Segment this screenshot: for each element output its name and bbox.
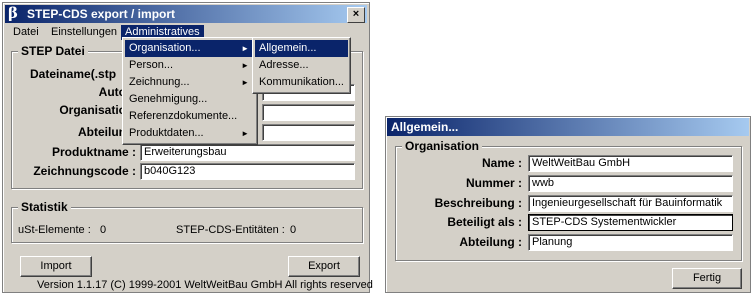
- menu-item-genehmigung[interactable]: Genehmigung...: [125, 91, 255, 108]
- submenu-arrow-icon: ►: [241, 44, 249, 53]
- abteilung-label: Abteilung :: [459, 235, 522, 249]
- menu-item-zeichnung-label: Zeichnung...: [129, 76, 190, 88]
- menu-einstellungen[interactable]: Einstellungen: [47, 25, 121, 40]
- nummer-field[interactable]: wwb: [528, 175, 733, 192]
- menu-item-zeichnung[interactable]: Zeichnung... ►: [125, 74, 255, 91]
- administratives-dropdown: Organisation... ► Person... ► Zeichnung.…: [122, 37, 258, 145]
- step-cds-entitaeten-label: STEP-CDS-Entitäten :: [176, 224, 285, 236]
- version-text: Version 1.1.17 (C) 1999-2001 WeltWeitBau…: [37, 279, 373, 291]
- abteilung-label: Abteilun: [78, 125, 126, 139]
- dateiname-label: Dateiname(.stp: [30, 67, 117, 81]
- step-cds-entitaeten-value: 0: [290, 224, 297, 236]
- submenu-arrow-icon: ►: [241, 129, 249, 138]
- submenu-arrow-icon: ►: [241, 78, 249, 87]
- name-label: Name :: [481, 156, 522, 170]
- beschreibung-label: Beschreibung :: [434, 196, 522, 210]
- menu-item-person[interactable]: Person... ►: [125, 57, 255, 74]
- menu-datei[interactable]: Datei: [9, 25, 43, 40]
- allgemein-dialog: Allgemein... Organisation Name : WeltWei…: [385, 116, 751, 293]
- menu-item-organisation[interactable]: Organisation... ►: [125, 40, 255, 57]
- export-button[interactable]: Export: [288, 256, 360, 277]
- menu-item-person-label: Person...: [129, 59, 174, 71]
- menu-item-produktdaten[interactable]: Produktdaten... ►: [125, 125, 255, 142]
- beteiligt-als-field[interactable]: STEP-CDS Systementwickler: [528, 214, 733, 231]
- beschreibung-field[interactable]: Ingenieurgesellschaft für Bauinformatik: [528, 195, 733, 212]
- submenu-item-adresse[interactable]: Adresse...: [255, 57, 348, 74]
- fertig-button[interactable]: Fertig: [672, 268, 742, 289]
- main-window-title: STEP-CDS export / import: [27, 7, 176, 21]
- statistik-group: Statistik uSt-Elemente : 0 STEP-CDS-Enti…: [11, 200, 363, 243]
- menu-item-referenzdokumente[interactable]: Referenzdokumente...: [125, 108, 255, 125]
- ust-elemente-label: uSt-Elemente :: [18, 224, 91, 236]
- zeichnungscode-label: Zeichnungscode :: [33, 164, 136, 178]
- abteilung-field[interactable]: [262, 124, 355, 141]
- organisation-label: Organisatio: [59, 103, 126, 117]
- organisation-group: Organisation Name : WeltWeitBau GmbH Num…: [395, 139, 742, 261]
- produktname-field[interactable]: Erweiterungsbau: [140, 144, 355, 161]
- main-title-bar[interactable]: β STEP-CDS export / import ×: [5, 5, 367, 23]
- import-button[interactable]: Import: [20, 256, 92, 277]
- menu-item-produktdaten-label: Produktdaten...: [129, 127, 204, 139]
- allgemein-dialog-title: Allgemein...: [391, 120, 459, 134]
- ust-elemente-value: 0: [100, 224, 107, 236]
- organisation-submenu: Allgemein... Adresse... Kommunikation...: [252, 37, 351, 94]
- statistik-group-title: Statistik: [18, 200, 71, 214]
- abteilung-field[interactable]: Planung: [528, 234, 733, 251]
- submenu-item-kommunikation[interactable]: Kommunikation...: [255, 74, 348, 91]
- close-button[interactable]: ×: [347, 7, 365, 23]
- organisation-field[interactable]: [262, 104, 355, 121]
- organisation-group-title: Organisation: [402, 139, 483, 153]
- app-logo-icon: β: [8, 4, 18, 22]
- submenu-arrow-icon: ►: [241, 61, 249, 70]
- submenu-item-allgemein[interactable]: Allgemein...: [255, 40, 348, 57]
- step-datei-group-title: STEP Datei: [18, 44, 88, 58]
- beteiligt-als-label: Beteiligt als :: [447, 215, 522, 229]
- produktname-label: Produktname :: [51, 145, 136, 159]
- menu-item-organisation-label: Organisation...: [129, 42, 201, 54]
- allgemein-title-bar[interactable]: Allgemein...: [387, 118, 749, 136]
- nummer-label: Nummer :: [465, 176, 522, 190]
- autor-label: Auto: [98, 85, 126, 99]
- name-field[interactable]: WeltWeitBau GmbH: [528, 155, 733, 172]
- zeichnungscode-field[interactable]: b040G123: [140, 163, 355, 180]
